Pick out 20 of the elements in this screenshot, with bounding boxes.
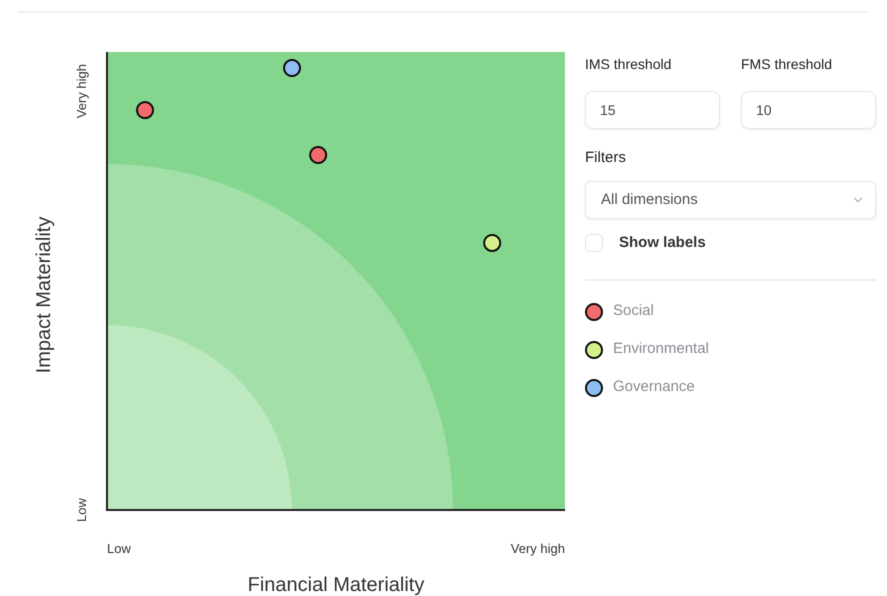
- y-tick-label: Very high: [74, 64, 89, 118]
- field-label: Filters: [585, 148, 627, 168]
- threshold-input[interactable]: 10: [741, 91, 876, 129]
- field-label: FMS threshold: [741, 55, 834, 74]
- legend-label: Governance: [613, 377, 695, 398]
- data-point[interactable]: [136, 101, 154, 120]
- y-axis-title: Impact Materiality: [33, 216, 55, 374]
- y-tick-label: Low: [74, 498, 89, 522]
- x-tick-label: Very high: [510, 541, 565, 556]
- field-label: IMS threshold: [585, 55, 672, 74]
- x-tick-label: Low: [107, 541, 131, 556]
- checkbox[interactable]: [585, 234, 603, 252]
- data-point[interactable]: [309, 146, 328, 164]
- data-point[interactable]: [283, 59, 302, 78]
- threshold-input[interactable]: 15: [585, 91, 720, 129]
- filter-select[interactable]: All dimensions: [585, 181, 876, 219]
- legend-label: Environmental: [613, 339, 709, 360]
- legend-label: Social: [613, 301, 654, 322]
- checkbox-label: Show labels: [619, 233, 706, 253]
- x-axis-title: Financial Materiality: [248, 574, 424, 596]
